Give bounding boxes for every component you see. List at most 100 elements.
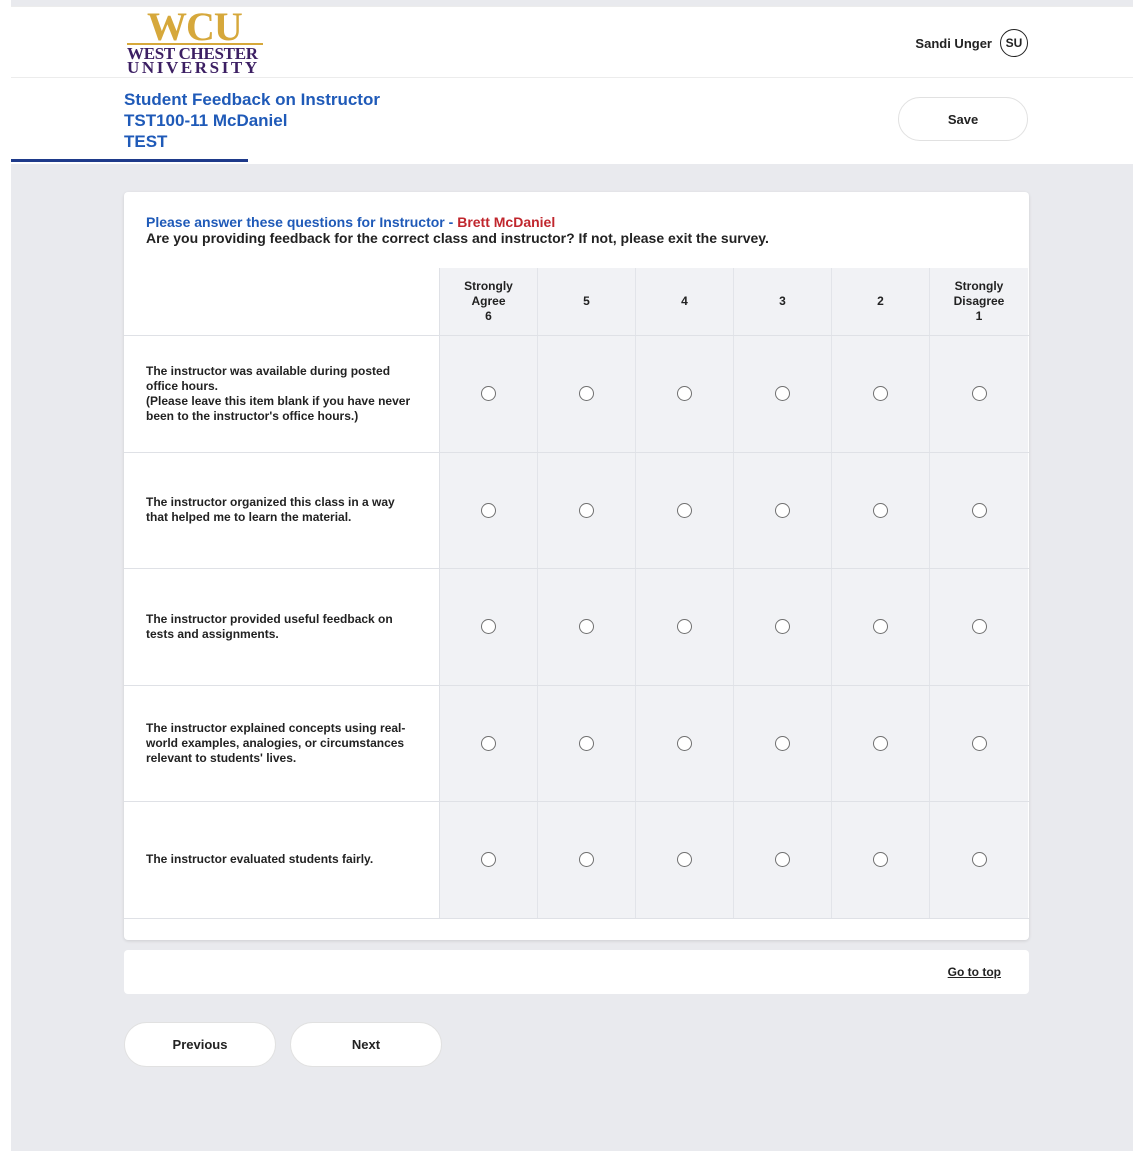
radio-option-6[interactable] <box>481 619 496 635</box>
radio-option-3[interactable] <box>775 502 790 518</box>
go-to-top-bar: Go to top <box>124 950 1029 994</box>
radio-option-4[interactable] <box>677 386 692 402</box>
next-button[interactable]: Next <box>290 1022 442 1067</box>
top-bar: WCU WEST CHESTER UNIVERSITY Sandi Unger … <box>11 6 1133 78</box>
wcu-logo[interactable]: WCU WEST CHESTER UNIVERSITY <box>127 4 267 77</box>
rating-cell[interactable] <box>832 569 930 685</box>
scale-header-5: 5 <box>538 268 636 335</box>
rating-cell[interactable] <box>538 685 636 801</box>
radio-option-4[interactable] <box>677 502 692 518</box>
question-row: The instructor evaluated students fairly… <box>124 802 1029 919</box>
rating-cell[interactable] <box>538 569 636 685</box>
rating-cell[interactable] <box>440 802 538 918</box>
rating-cell[interactable] <box>832 452 930 568</box>
rating-cell[interactable] <box>930 802 1028 918</box>
radio-option-5[interactable] <box>579 735 594 751</box>
active-tab-indicator <box>11 159 248 162</box>
rating-cell[interactable] <box>636 569 734 685</box>
previous-button[interactable]: Previous <box>124 1022 276 1067</box>
instructor-name: Brett McDaniel <box>457 214 556 230</box>
rating-cell[interactable] <box>930 569 1028 685</box>
radio-option-5[interactable] <box>579 852 594 868</box>
radio-option-5[interactable] <box>579 619 594 635</box>
survey-course-line: TST100-11 McDaniel <box>124 111 288 130</box>
rating-cell[interactable] <box>734 336 832 452</box>
rating-cell[interactable] <box>538 336 636 452</box>
radio-option-4[interactable] <box>677 735 692 751</box>
rating-grid: Strongly Agree 6 5 4 3 2 Strongly Disagr… <box>124 268 1029 919</box>
logo-line-2: UNIVERSITY <box>127 58 260 77</box>
radio-option-3[interactable] <box>775 619 790 635</box>
avatar[interactable]: SU <box>1000 29 1028 57</box>
radio-option-6[interactable] <box>481 735 496 751</box>
question-row: The instructor explained concepts using … <box>124 685 1029 802</box>
radio-option-1[interactable] <box>971 502 987 518</box>
instructions: Please answer these questions for Instru… <box>146 214 769 246</box>
scale-header-2: 2 <box>832 268 930 335</box>
question-row: The instructor organized this class in a… <box>124 452 1029 569</box>
radio-option-2[interactable] <box>873 735 888 751</box>
save-button[interactable]: Save <box>898 97 1028 141</box>
scale-header-1: Strongly Disagree 1 <box>930 268 1028 335</box>
rating-cell[interactable] <box>734 802 832 918</box>
rating-cell[interactable] <box>930 452 1028 568</box>
scale-header-6: Strongly Agree 6 <box>440 268 538 335</box>
go-to-top-link[interactable]: Go to top <box>948 965 1001 979</box>
radio-option-5[interactable] <box>579 502 594 518</box>
rating-cell[interactable] <box>734 569 832 685</box>
page-frame: WCU WEST CHESTER UNIVERSITY Sandi Unger … <box>11 0 1133 1151</box>
question-row: The instructor was available during post… <box>124 336 1029 453</box>
radio-option-2[interactable] <box>873 852 888 868</box>
radio-option-3[interactable] <box>775 386 790 402</box>
rating-cell[interactable] <box>832 336 930 452</box>
rating-cell[interactable] <box>440 685 538 801</box>
radio-option-3[interactable] <box>775 735 790 751</box>
radio-option-2[interactable] <box>873 502 888 518</box>
rating-cell[interactable] <box>832 802 930 918</box>
survey-header: Student Feedback on Instructor TST100-11… <box>11 78 1133 164</box>
rating-cell[interactable] <box>636 336 734 452</box>
question-text: The instructor provided useful feedback … <box>124 569 440 685</box>
instructions-prefix: Please answer these questions for Instru… <box>146 214 458 230</box>
rating-cell[interactable] <box>832 685 930 801</box>
radio-option-4[interactable] <box>677 852 692 868</box>
rating-cell[interactable] <box>538 452 636 568</box>
instructions-question: Are you providing feedback for the corre… <box>146 230 769 246</box>
rating-cell[interactable] <box>636 452 734 568</box>
rating-cell[interactable] <box>440 569 538 685</box>
user-menu[interactable]: Sandi Unger SU <box>915 29 1028 57</box>
radio-option-4[interactable] <box>677 619 692 635</box>
rating-cell[interactable] <box>734 452 832 568</box>
rating-cell[interactable] <box>734 685 832 801</box>
radio-option-1[interactable] <box>971 386 987 402</box>
radio-option-2[interactable] <box>873 386 888 402</box>
question-card: Please answer these questions for Instru… <box>124 192 1029 940</box>
radio-option-3[interactable] <box>775 852 790 868</box>
scale-header-4: 4 <box>636 268 734 335</box>
rating-cell[interactable] <box>538 802 636 918</box>
radio-option-6[interactable] <box>481 386 496 402</box>
survey-title: Student Feedback on Instructor TST100-11… <box>124 89 380 152</box>
question-row: The instructor provided useful feedback … <box>124 569 1029 686</box>
question-text: The instructor explained concepts using … <box>124 685 440 801</box>
rating-cell[interactable] <box>636 802 734 918</box>
rating-cell[interactable] <box>930 685 1028 801</box>
rating-cell[interactable] <box>440 452 538 568</box>
radio-option-1[interactable] <box>971 735 987 751</box>
rating-cell[interactable] <box>930 336 1028 452</box>
rating-cell[interactable] <box>636 685 734 801</box>
survey-term-line: TEST <box>124 132 168 151</box>
radio-option-1[interactable] <box>971 619 987 635</box>
question-text: The instructor was available during post… <box>124 336 440 452</box>
radio-option-2[interactable] <box>873 619 888 635</box>
radio-option-6[interactable] <box>481 852 496 868</box>
radio-option-6[interactable] <box>481 502 496 518</box>
logo-mark: WCU <box>147 4 243 49</box>
header-blank-cell <box>124 268 440 335</box>
scale-header-row: Strongly Agree 6 5 4 3 2 Strongly Disagr… <box>124 268 1029 336</box>
rating-cell[interactable] <box>440 336 538 452</box>
question-text: The instructor organized this class in a… <box>124 452 440 568</box>
user-name: Sandi Unger <box>915 35 992 51</box>
radio-option-5[interactable] <box>579 386 594 402</box>
radio-option-1[interactable] <box>971 852 987 868</box>
